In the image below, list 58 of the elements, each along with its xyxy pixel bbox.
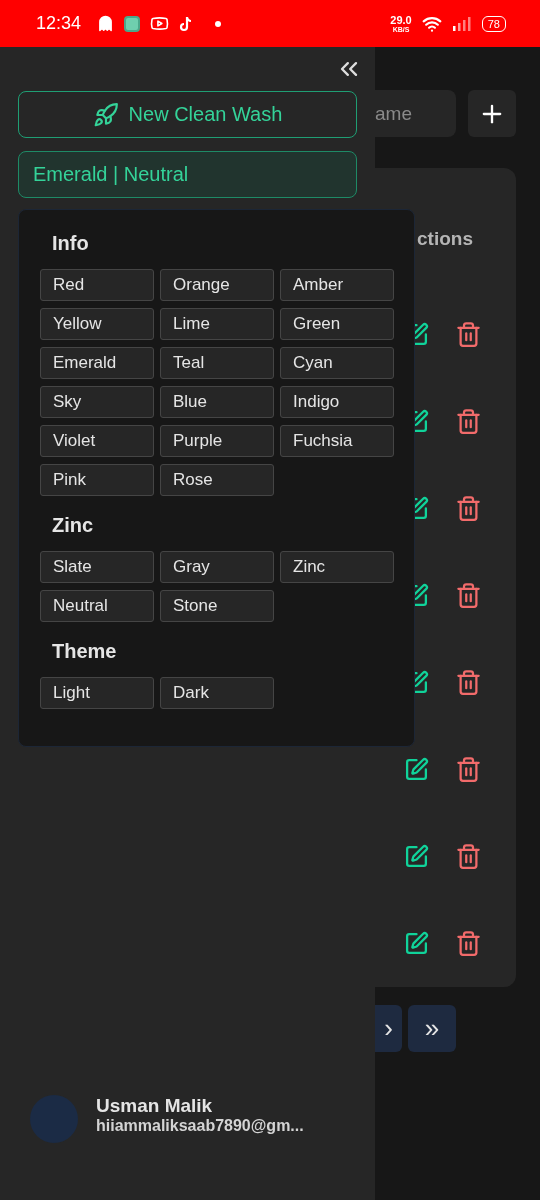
notification-dot: [215, 20, 222, 27]
theme-option[interactable]: Dark: [160, 677, 274, 709]
theme-option[interactable]: Cyan: [280, 347, 394, 379]
theme-option[interactable]: Gray: [160, 551, 274, 583]
theme-option[interactable]: Blue: [160, 386, 274, 418]
theme-option[interactable]: Green: [280, 308, 394, 340]
delete-icon[interactable]: [455, 581, 482, 609]
theme-option[interactable]: Red: [40, 269, 154, 301]
theme-option[interactable]: Fuchsia: [280, 425, 394, 457]
delete-icon[interactable]: [455, 407, 482, 435]
theme-option[interactable]: Lime: [160, 308, 274, 340]
search-field[interactable]: ame: [375, 90, 456, 137]
theme-option[interactable]: Amber: [280, 269, 394, 301]
theme-option[interactable]: Emerald: [40, 347, 154, 379]
ghost-icon: [97, 15, 115, 32]
menu-section-title: Theme: [52, 640, 118, 663]
rocket-icon: [92, 101, 119, 128]
theme-option[interactable]: Yellow: [40, 308, 154, 340]
delete-icon[interactable]: [455, 494, 482, 522]
play-icon: [150, 14, 170, 33]
new-wash-button[interactable]: New Clean Wash: [18, 91, 357, 138]
signal-icon: [451, 16, 472, 31]
delete-icon[interactable]: [455, 842, 482, 870]
edit-icon[interactable]: [404, 843, 429, 869]
theme-option[interactable]: Slate: [40, 551, 154, 583]
menu-section-title: Info: [52, 232, 90, 255]
delete-icon[interactable]: [455, 755, 482, 783]
page-button[interactable]: ›: [375, 1005, 402, 1052]
add-button[interactable]: [468, 90, 516, 137]
delete-icon[interactable]: [455, 668, 482, 696]
edit-icon[interactable]: [404, 930, 429, 956]
network-speed: 29.0: [390, 14, 412, 26]
theme-option[interactable]: Orange: [160, 269, 274, 301]
battery-level: 78: [481, 15, 506, 32]
music-note-icon: [179, 15, 194, 32]
theme-option[interactable]: Violet: [40, 425, 154, 457]
theme-option[interactable]: Sky: [40, 386, 154, 418]
user-name: Usman Malik: [96, 1095, 214, 1117]
theme-option[interactable]: Purple: [160, 425, 274, 457]
theme-option[interactable]: Neutral: [40, 590, 154, 622]
theme-option[interactable]: Pink: [40, 464, 154, 496]
avatar: [30, 1095, 78, 1143]
theme-option[interactable]: Rose: [160, 464, 274, 496]
theme-option[interactable]: Indigo: [280, 386, 394, 418]
theme-option[interactable]: Teal: [160, 347, 274, 379]
delete-icon[interactable]: [455, 320, 482, 348]
theme-selector[interactable]: Emerald | Neutral: [18, 151, 357, 198]
menu-section-title: Zinc: [52, 514, 95, 537]
theme-option[interactable]: Light: [40, 677, 154, 709]
status-time: 12:34: [36, 13, 82, 34]
theme-option[interactable]: Zinc: [280, 551, 394, 583]
user-email: hiiammaliksaab7890@gm...: [96, 1117, 304, 1135]
delete-icon[interactable]: [455, 929, 482, 957]
page-button[interactable]: »: [408, 1005, 456, 1052]
column-header: ctions: [417, 228, 473, 250]
theme-option[interactable]: Stone: [160, 590, 274, 622]
app-icon: [124, 15, 141, 32]
edit-icon[interactable]: [404, 756, 429, 782]
